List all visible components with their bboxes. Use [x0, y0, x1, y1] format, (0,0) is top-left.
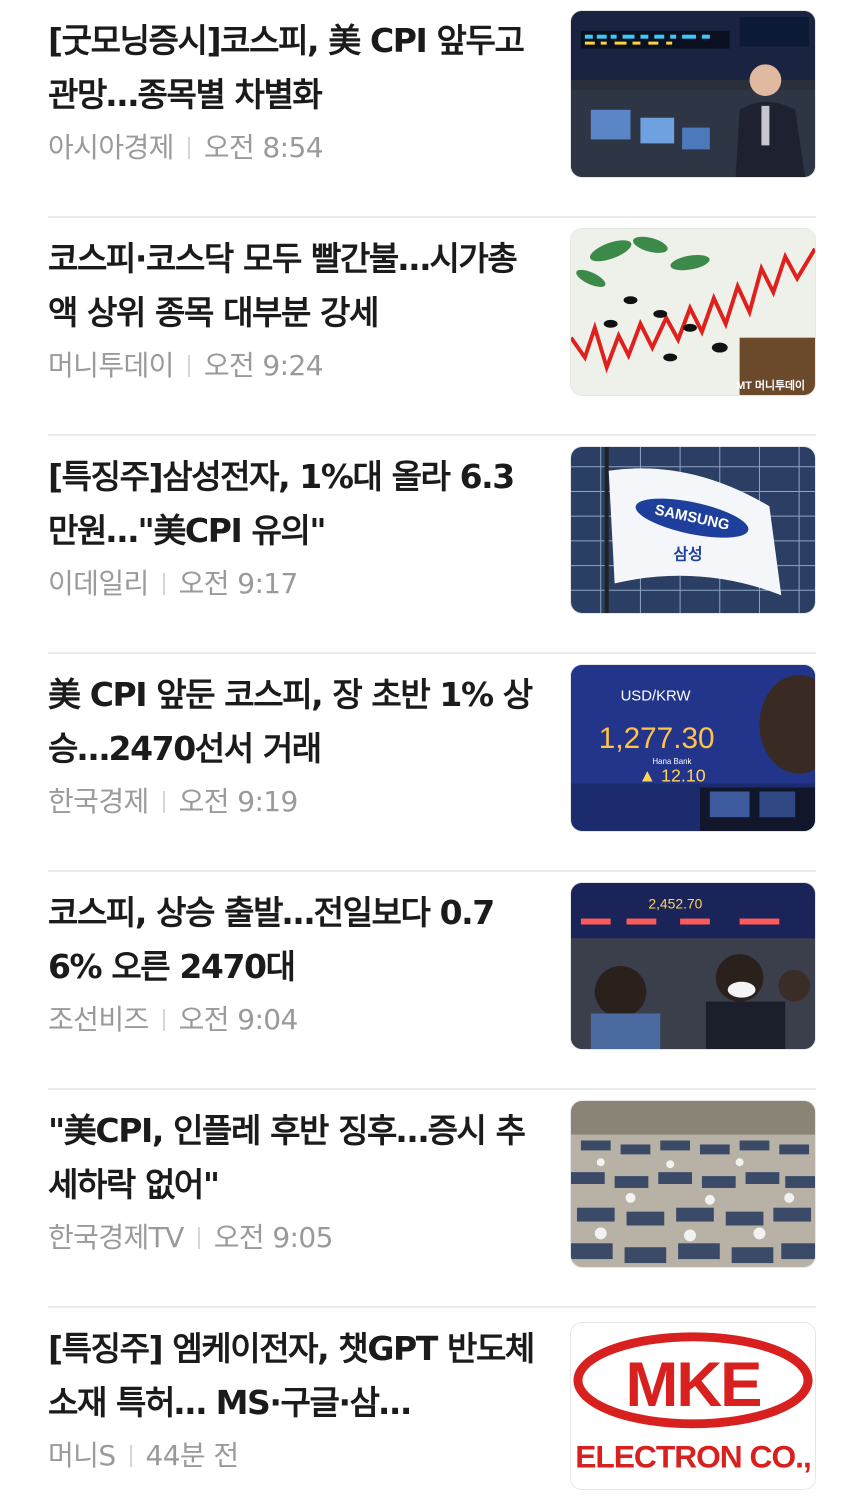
meta-separator [187, 355, 190, 377]
stock-exchange-photo [571, 11, 815, 177]
article-meta: 한국경제 오전 9:19 [48, 784, 298, 820]
article-source: 아시아경제 [48, 131, 174, 164]
board-rate-value: 1,277.30 [599, 722, 715, 755]
exchange-rate-board-photo: USD/KRW 1,277.30 Hana Bank ▲ 12.10 [571, 665, 815, 831]
article-headline[interactable]: 美 CPI 앞둔 코스피, 장 초반 1% 상승…2470선서 거래 [48, 668, 538, 776]
board-index-value: 2,452.70 [648, 896, 702, 912]
meta-separator [187, 137, 190, 159]
article-headline[interactable]: 코스피, 상승 출발…전일보다 0.76% 오른 2470대 [48, 886, 538, 994]
article-time: 오전 9:05 [213, 1221, 334, 1254]
article-time: 오전 8:54 [203, 131, 324, 164]
article-meta: 한국경제TV 오전 9:05 [48, 1220, 333, 1256]
meta-separator [162, 573, 165, 595]
article-thumbnail[interactable]: MKE ELECTRON CO., [570, 1322, 816, 1490]
article-headline[interactable]: 코스피·코스닥 모두 빨간불…시가총액 상위 종목 대부분 강세 [48, 232, 538, 340]
article-meta: 조선비즈 오전 9:04 [48, 1002, 298, 1038]
news-item[interactable]: "美CPI, 인플레 후반 징후…증시 추세하락 없어" 한국경제TV 오전 9:… [48, 1090, 816, 1308]
article-source: 한국경제 [48, 785, 149, 818]
samsung-flag-photo: SAMSUNG 삼성 [571, 447, 815, 613]
article-time: 오전 9:17 [178, 567, 299, 600]
article-meta: 머니투데이 오전 9:24 [48, 348, 324, 384]
board-pair-label: USD/KRW [621, 689, 691, 705]
logo-sub-text: ELECTRON CO., [575, 1438, 811, 1474]
news-item[interactable]: [특징주] 엠케이전자, 챗GPT 반도체 소재 특허… MS·구글·삼… 머니… [48, 1308, 816, 1512]
logo-main-text: MKE [625, 1350, 760, 1420]
article-source: 조선비즈 [48, 1003, 149, 1036]
rising-chart-illustration: MT 머니투데이 [571, 229, 815, 395]
news-item[interactable]: [굿모닝증시]코스피, 美 CPI 앞두고 관망…종목별 차별화 아시아경제 오전… [48, 0, 816, 218]
meta-separator [129, 1445, 132, 1467]
article-source: 머니S [48, 1439, 116, 1472]
article-thumbnail[interactable]: SAMSUNG 삼성 [570, 446, 816, 614]
article-thumbnail[interactable]: USD/KRW 1,277.30 Hana Bank ▲ 12.10 [570, 664, 816, 832]
article-meta: 아시아경제 오전 8:54 [48, 130, 324, 166]
news-item[interactable]: 美 CPI 앞둔 코스피, 장 초반 1% 상승…2470선서 거래 한국경제 오… [48, 654, 816, 872]
article-thumbnail[interactable] [570, 1100, 816, 1268]
article-meta: 머니S 44분 전 [48, 1438, 239, 1474]
meta-separator [197, 1227, 200, 1249]
meta-separator [162, 791, 165, 813]
article-thumbnail[interactable]: 2,452.70 [570, 882, 816, 1050]
article-source: 머니투데이 [48, 349, 174, 382]
article-thumbnail[interactable] [570, 10, 816, 178]
article-source: 이데일리 [48, 567, 149, 600]
image-watermark: MT 머니투데이 [736, 378, 805, 392]
article-headline[interactable]: "美CPI, 인플레 후반 징후…증시 추세하락 없어" [48, 1104, 538, 1212]
article-headline[interactable]: [특징주]삼성전자, 1%대 올라 6.3만원…"美CPI 유의" [48, 450, 538, 558]
article-thumbnail[interactable]: MT 머니투데이 [570, 228, 816, 396]
article-time: 오전 9:24 [203, 349, 324, 382]
board-bank-label: Hana Bank [652, 757, 691, 766]
news-item[interactable]: [특징주]삼성전자, 1%대 올라 6.3만원…"美CPI 유의" 이데일리 오전… [48, 436, 816, 654]
meta-separator [162, 1009, 165, 1031]
article-time: 오전 9:04 [178, 1003, 299, 1036]
trading-room-photo: 2,452.70 [571, 883, 815, 1049]
news-item[interactable]: 코스피, 상승 출발…전일보다 0.76% 오른 2470대 조선비즈 오전 9:… [48, 872, 816, 1090]
article-headline[interactable]: [특징주] 엠케이전자, 챗GPT 반도체 소재 특허… MS·구글·삼… [48, 1322, 538, 1430]
board-change-value: ▲ 12.10 [638, 766, 705, 786]
article-meta: 이데일리 오전 9:17 [48, 566, 298, 602]
article-time: 오전 9:19 [178, 785, 299, 818]
article-time: 44분 전 [145, 1439, 240, 1472]
news-list: [굿모닝증시]코스피, 美 CPI 앞두고 관망…종목별 차별화 아시아경제오전… [0, 0, 858, 1512]
flag-korean-text: 삼성 [673, 545, 702, 564]
article-source: 한국경제TV [48, 1221, 184, 1254]
mke-logo-image: MKE ELECTRON CO., [571, 1323, 815, 1489]
trading-floor-photo [571, 1101, 815, 1267]
news-item[interactable]: 코스피·코스닥 모두 빨간불…시가총액 상위 종목 대부분 강세 머니투데이 오전… [48, 218, 816, 436]
article-headline[interactable]: [굿모닝증시]코스피, 美 CPI 앞두고 관망…종목별 차별화 [48, 14, 538, 122]
